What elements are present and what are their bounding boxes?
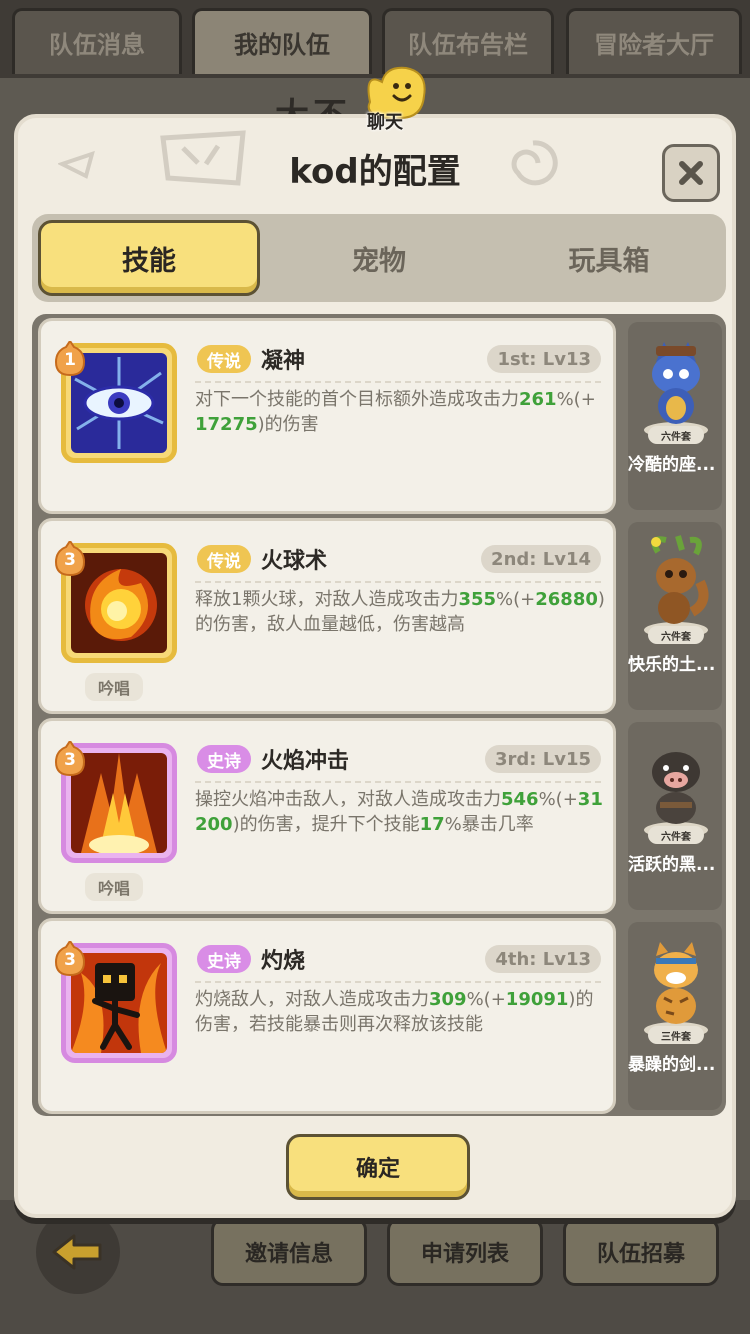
close-icon: [679, 161, 703, 185]
tab-toybox[interactable]: 玩具箱: [498, 220, 720, 296]
pet-name: 活跃的黑...: [628, 855, 716, 875]
team-recruit-button[interactable]: 队伍招募: [563, 1218, 719, 1286]
set-tag: 六件套: [648, 826, 704, 844]
pet-name: 快乐的土...: [628, 655, 716, 675]
tab-my-team[interactable]: 我的队伍: [192, 8, 372, 74]
tab-adventurer-hall[interactable]: 冒险者大厅: [566, 8, 742, 74]
tab-skills[interactable]: 技能: [38, 220, 260, 296]
skill-rank: 1st: Lv13: [487, 345, 601, 373]
skill-card[interactable]: 3 吟唱 史诗 火焰冲击 3rd: Lv15 操控火焰冲击敌人，对敌人造成攻击力…: [38, 718, 616, 914]
pet-slot[interactable]: 三件套 暴躁的剑...: [628, 922, 722, 1110]
burn-icon: [71, 953, 167, 1053]
chat-label: 聊天: [367, 112, 403, 133]
pet-name: 暴躁的剑...: [628, 1055, 716, 1075]
chant-tag: 吟唱: [85, 673, 143, 701]
skill-card[interactable]: 1 传说 凝神 1st: Lv13 对下一个技能的首个目标额外造成攻击力261%…: [38, 318, 616, 514]
skill-name: 凝神: [261, 349, 306, 374]
wolf-pet-icon: [644, 342, 708, 436]
boar-pet-icon: [644, 752, 708, 836]
rarity-badge: 史诗: [197, 745, 251, 773]
skill-description: 操控火焰冲击敌人，对敌人造成攻击力546%(+31200)的伤害，提升下个技能1…: [195, 789, 603, 835]
divider: [195, 981, 601, 983]
set-tag: 六件套: [648, 426, 704, 444]
pet-slot[interactable]: 六件套 活跃的黑...: [628, 722, 722, 910]
set-tag: 六件套: [648, 626, 704, 644]
skill-description: 对下一个技能的首个目标额外造成攻击力261%(+17275)的伤害: [195, 389, 596, 435]
tab-team-messages[interactable]: 队伍消息: [12, 8, 182, 74]
confirm-button[interactable]: 确定: [286, 1134, 470, 1200]
skill-description: 灼烧敌人，对敌人造成攻击力309%(+19091)的伤害，若技能暴击则再次释放该…: [195, 989, 594, 1035]
pet-name: 冷酷的座...: [628, 455, 716, 475]
divider: [195, 581, 601, 583]
set-tag: 三件套: [648, 1026, 704, 1044]
eye-skill-icon: [71, 353, 167, 453]
back-arrow-icon: [52, 1234, 102, 1270]
level-badge: 3: [55, 541, 85, 577]
modal-title: kod的配置: [289, 152, 461, 192]
skill-rank: 3rd: Lv15: [484, 745, 601, 773]
skill-card[interactable]: 3 史诗 灼烧 4th: Lv13 灼烧敌人，对敌人造成攻击力309%(+190…: [38, 918, 616, 1114]
level-badge: 3: [55, 741, 85, 777]
loadout-modal: kod的配置 技能 宠物 玩具箱 1 传说 凝神 1st: Lv13 对下一个技…: [14, 114, 736, 1218]
skill-name: 火球术: [261, 549, 328, 574]
rarity-badge: 传说: [197, 545, 251, 573]
apply-list-button[interactable]: 申请列表: [387, 1218, 543, 1286]
pet-slot[interactable]: 六件套 冷酷的座...: [628, 322, 722, 510]
divider: [195, 381, 601, 383]
divider: [195, 781, 601, 783]
close-button[interactable]: [662, 144, 720, 202]
fireball-icon: [71, 553, 167, 653]
flame-burst-icon: [71, 753, 167, 853]
level-badge: 3: [55, 941, 85, 977]
rarity-badge: 传说: [197, 345, 251, 373]
rarity-badge: 史诗: [197, 945, 251, 973]
skill-rank: 2nd: Lv14: [481, 545, 601, 573]
tab-pets[interactable]: 宠物: [268, 220, 490, 296]
skill-rank: 4th: Lv13: [485, 945, 601, 973]
skill-card[interactable]: 3 吟唱 传说 火球术 2nd: Lv14 释放1颗火球，对敌人造成攻击力355…: [38, 518, 616, 714]
skill-name: 灼烧: [261, 949, 306, 974]
tiger-pet-icon: [644, 942, 708, 1036]
back-button[interactable]: [36, 1210, 120, 1294]
invite-info-button[interactable]: 邀请信息: [211, 1218, 367, 1286]
level-badge: 1: [55, 341, 85, 377]
chant-tag: 吟唱: [85, 873, 143, 901]
skill-name: 火焰冲击: [261, 749, 350, 774]
skill-list: 1 传说 凝神 1st: Lv13 对下一个技能的首个目标额外造成攻击力261%…: [32, 314, 726, 1116]
skill-description: 释放1颗火球，对敌人造成攻击力355%(+26880)的伤害，敌人血量越低，伤害…: [195, 589, 605, 635]
pet-slot[interactable]: 六件套 快乐的土...: [628, 522, 722, 710]
modal-tab-bar: 技能 宠物 玩具箱: [32, 214, 726, 302]
squirrel-pet-icon: [644, 535, 709, 636]
